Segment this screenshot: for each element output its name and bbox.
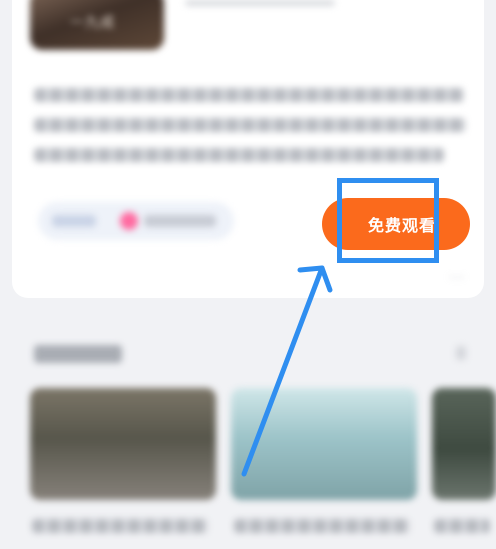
arrow-icon	[241, 265, 333, 477]
